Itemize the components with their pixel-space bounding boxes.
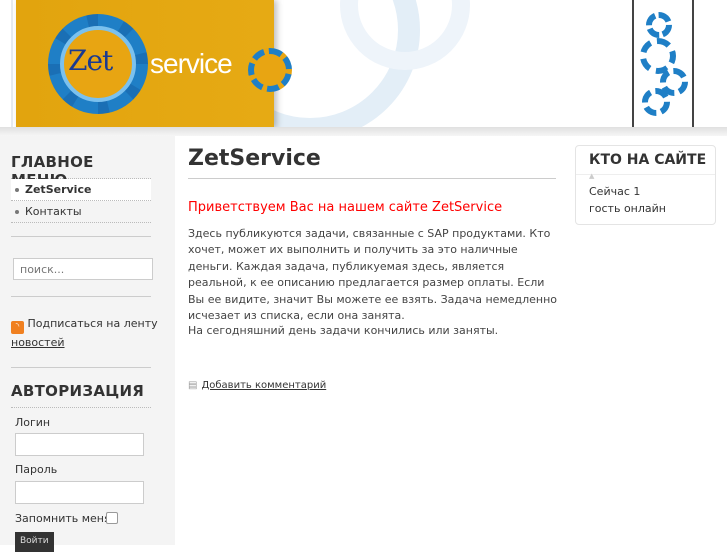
add-comment[interactable]: ▤ Добавить комментарий: [188, 380, 326, 391]
login-button[interactable]: Войти: [15, 532, 54, 552]
online-count: Сейчас 1: [589, 185, 641, 198]
who-online-header[interactable]: КТО НА САЙТЕ ▲: [576, 146, 715, 180]
divider: [11, 296, 151, 297]
page-title: ZetService: [188, 146, 321, 171]
gear-icon: [646, 12, 672, 38]
logo-text-zet: Zet: [68, 44, 113, 77]
logo-text-service: service: [150, 48, 233, 79]
login-label: Логин: [15, 416, 51, 429]
add-comment-link[interactable]: Добавить комментарий: [201, 380, 326, 391]
menu-item-zetservice[interactable]: ZetService: [11, 179, 151, 201]
bullet-icon: [15, 210, 19, 214]
login-input[interactable]: [15, 433, 144, 456]
search-input[interactable]: [13, 258, 153, 280]
divider: [11, 236, 151, 237]
comment-icon: ▤: [188, 380, 198, 391]
main-menu-title: ГЛАВНОЕ МЕНЮ: [11, 153, 151, 189]
sidebar: ГЛАВНОЕ МЕНЮ ZetService Контакты ◝ Подпи…: [0, 136, 175, 552]
divider: [11, 367, 151, 368]
menu-item-label: ZetService: [25, 183, 92, 196]
password-input[interactable]: [15, 481, 144, 504]
remember-label: Запомнить меня: [15, 512, 111, 525]
rss-link[interactable]: новостей: [11, 336, 65, 349]
remember-checkbox[interactable]: [106, 512, 118, 524]
header: Zet service: [0, 0, 727, 128]
collapse-arrow-icon[interactable]: ▲: [589, 172, 594, 180]
who-online-module: КТО НА САЙТЕ ▲ Сейчас 1 гость онлайн: [575, 145, 716, 225]
who-online-title: КТО НА САЙТЕ: [589, 152, 707, 168]
rss-icon[interactable]: ◝: [11, 321, 24, 334]
welcome-heading: Приветствуем Вас на нашем сайте ZetServi…: [188, 200, 503, 215]
gear-icon: [642, 88, 670, 116]
header-edge: [11, 0, 13, 128]
password-label: Пароль: [15, 463, 58, 476]
menu-item-label: Контакты: [25, 205, 82, 218]
small-gear-icon: [248, 48, 292, 92]
divider: [188, 178, 556, 179]
menu-item-contacts[interactable]: Контакты: [11, 201, 151, 223]
bullet-icon: [15, 188, 19, 192]
gear-strip: [632, 0, 694, 128]
online-guests: гость онлайн: [589, 202, 666, 215]
rss-text: Подписаться на ленту: [27, 317, 158, 330]
article-paragraph: На сегодняшний день задачи кончились или…: [188, 324, 499, 337]
header-bottom-bar: [0, 127, 727, 136]
article-paragraph: Здесь публикуются задачи, связанные с SA…: [188, 227, 558, 323]
auth-title: АВТОРИЗАЦИЯ: [11, 382, 151, 408]
